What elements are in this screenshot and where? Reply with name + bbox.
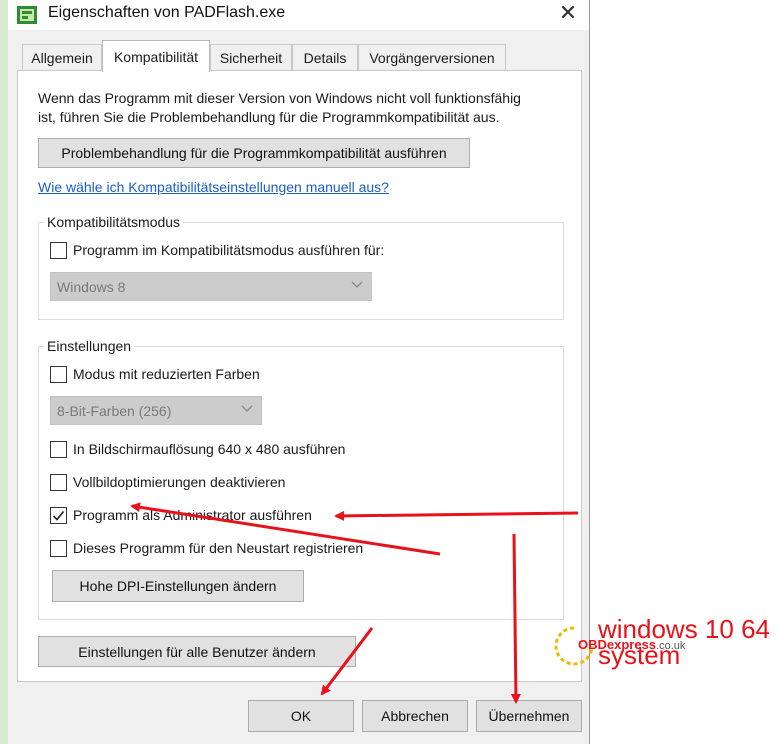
- watermark-caption: windows 10 64 system: [598, 616, 770, 668]
- arrow-to-apply-button: [510, 533, 521, 704]
- tab-label: Kompatibilität: [113, 48, 199, 65]
- watermark-line-2: system: [598, 640, 681, 670]
- arrow-to-admin-checkbox: [130, 502, 441, 556]
- watermark-line-1: windows 10 64: [598, 614, 770, 644]
- arrow-to-admin-label: [334, 510, 579, 521]
- arrow-to-ok-button: [320, 627, 374, 696]
- tab-kompatibilitaet[interactable]: Kompatibilität: [102, 40, 210, 72]
